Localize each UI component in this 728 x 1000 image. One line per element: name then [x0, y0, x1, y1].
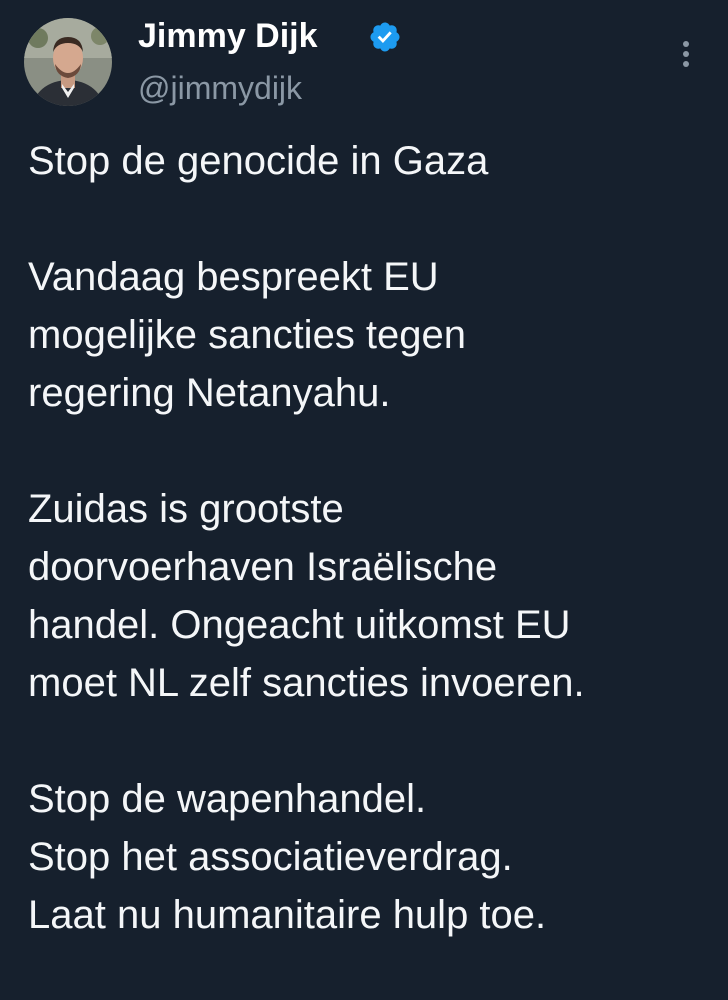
tweet-line: handel. Ongeacht uitkomst EU	[28, 603, 571, 647]
tweet-line: mogelijke sancties tegen	[28, 313, 467, 357]
tweet-line: Stop de genocide in Gaza	[28, 139, 489, 183]
tweet-line: Stop de wapenhandel.	[28, 777, 427, 821]
tweet-line: Laat nu humanitaire hulp toe.	[28, 893, 547, 937]
more-options-icon[interactable]	[672, 38, 700, 70]
author-handle[interactable]: @jimmydijk	[138, 68, 302, 108]
verified-badge-icon	[370, 22, 400, 52]
tweet-line: moet NL zelf sancties invoeren.	[28, 661, 585, 705]
avatar[interactable]	[24, 18, 112, 106]
tweet-line: regering Netanyahu.	[28, 371, 391, 415]
tweet-line: Vandaag bespreekt EU	[28, 255, 439, 299]
avatar-image	[24, 18, 112, 106]
tweet-line: Stop het associatieverdrag.	[28, 835, 513, 879]
tweet-text: Stop de genocide in Gaza Vandaag bespree…	[28, 132, 718, 944]
tweet-line: Zuidas is grootste	[28, 487, 344, 531]
tweet-line: doorvoerhaven Israëlische	[28, 545, 498, 589]
author-display-name[interactable]: Jimmy Dijk	[138, 14, 318, 58]
